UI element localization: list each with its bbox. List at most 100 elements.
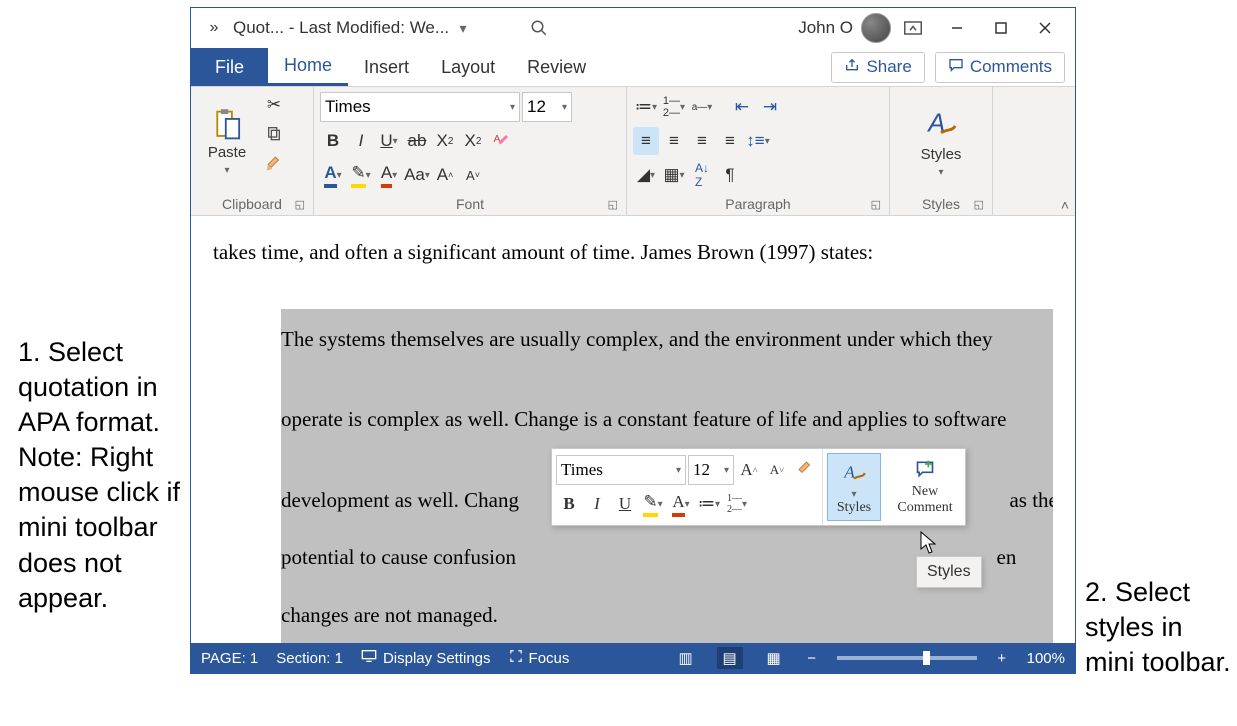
document-area[interactable]: takes time, and often a significant amou…: [191, 216, 1075, 643]
mini-shrink-font-button[interactable]: A˅: [764, 455, 790, 485]
search-icon[interactable]: [521, 10, 557, 46]
zoom-out-button[interactable]: −: [805, 650, 819, 667]
superscript-button[interactable]: X2: [460, 127, 486, 155]
paragraph-group-label: Paragraph: [725, 196, 790, 212]
styles-launcher-icon[interactable]: ◱: [974, 198, 984, 211]
mini-italic-button[interactable]: I: [584, 489, 610, 519]
font-size-value: 12: [527, 97, 546, 117]
mini-font-name-value: Times: [561, 460, 603, 480]
minimize-button[interactable]: [935, 10, 979, 46]
mini-underline-button[interactable]: U: [612, 489, 638, 519]
zoom-slider[interactable]: [837, 656, 977, 660]
status-section[interactable]: Section: 1: [276, 650, 343, 667]
align-center-button[interactable]: ≡: [661, 127, 687, 155]
underline-button[interactable]: U ▾: [376, 127, 402, 155]
highlight-button[interactable]: ✎ ▾: [348, 161, 374, 189]
font-launcher-icon[interactable]: ◱: [608, 198, 618, 211]
comments-label: Comments: [970, 57, 1052, 77]
avatar: [861, 13, 891, 43]
tab-insert[interactable]: Insert: [348, 48, 425, 86]
group-styles: A Styles ▾ Styles ◱: [890, 87, 993, 215]
sort-button[interactable]: A↓Z: [689, 161, 715, 189]
tab-layout[interactable]: Layout: [425, 48, 511, 86]
italic-button[interactable]: I: [348, 127, 374, 155]
line-spacing-button[interactable]: ↕≡▾: [745, 127, 771, 155]
bold-button[interactable]: B: [320, 127, 346, 155]
mini-font-size-selector[interactable]: 12▾: [688, 455, 734, 485]
font-color-button[interactable]: A ▾: [376, 161, 402, 189]
zoom-level[interactable]: 100%: [1027, 650, 1065, 667]
title-dropdown[interactable]: ▾: [453, 20, 473, 37]
clear-formatting-button[interactable]: A: [488, 127, 514, 155]
mini-styles-button[interactable]: A ▾ Styles: [827, 453, 881, 521]
paste-button[interactable]: Paste ▾: [197, 91, 257, 193]
paint-bucket-icon: ◢: [637, 165, 650, 185]
status-page[interactable]: PAGE: 1: [201, 650, 258, 667]
shrink-font-button[interactable]: A˅: [460, 161, 486, 189]
show-marks-button[interactable]: ¶: [717, 161, 743, 189]
mini-styles-label: Styles: [837, 500, 871, 516]
font-size-selector[interactable]: 12▾: [522, 92, 572, 122]
zoom-thumb[interactable]: [923, 651, 930, 665]
borders-button[interactable]: ▦▾: [661, 161, 687, 189]
text-effects-button[interactable]: A ▾: [320, 161, 346, 189]
mini-highlight-button[interactable]: ✎▾: [640, 489, 666, 519]
styles-gallery-button[interactable]: A Styles ▾: [911, 91, 971, 193]
format-painter-button[interactable]: [261, 151, 287, 179]
font-group-label: Font: [456, 196, 484, 212]
share-button[interactable]: Share: [831, 52, 924, 83]
decrease-indent-button[interactable]: ⇤: [729, 93, 755, 121]
indent-icon: ⇥: [763, 97, 777, 117]
cut-button[interactable]: ✂: [261, 91, 287, 119]
borders-icon: ▦: [663, 165, 679, 185]
mini-bullets-button[interactable]: ≔▾: [696, 489, 722, 519]
view-web-layout-button[interactable]: ▦: [761, 647, 787, 669]
multilevel-list-button[interactable]: a—▾: [689, 93, 715, 121]
justify-button[interactable]: ≡: [717, 127, 743, 155]
collapse-ribbon-button[interactable]: ˄: [1061, 197, 1069, 213]
mini-format-painter-button[interactable]: [792, 455, 818, 485]
comments-button[interactable]: Comments: [935, 52, 1065, 83]
status-display-settings[interactable]: Display Settings: [361, 649, 491, 667]
align-left-button[interactable]: ≡: [633, 127, 659, 155]
view-read-mode-button[interactable]: ▥: [673, 647, 699, 669]
comment-icon: [948, 57, 964, 78]
ribbon-display-options-icon[interactable]: [895, 10, 931, 46]
mini-toolbar: Times▾ 12▾ A˄ A˅ B I U ✎▾ A▾: [551, 448, 966, 526]
tab-review[interactable]: Review: [511, 48, 602, 86]
mini-new-comment-button[interactable]: New Comment: [885, 449, 965, 525]
close-button[interactable]: [1023, 10, 1067, 46]
mini-font-name-selector[interactable]: Times▾: [556, 455, 686, 485]
copy-button[interactable]: [261, 121, 287, 149]
styles-group-label: Styles: [922, 196, 960, 212]
change-case-button[interactable]: Aa▾: [404, 161, 430, 189]
bullets-button[interactable]: ≔▾: [633, 93, 659, 121]
group-clipboard: Paste ▾ ✂ Clipboard ◱: [191, 87, 314, 215]
mini-grow-font-button[interactable]: A˄: [736, 455, 762, 485]
increase-indent-button[interactable]: ⇥: [757, 93, 783, 121]
user-account[interactable]: John O: [798, 13, 891, 43]
strikethrough-button[interactable]: ab: [404, 127, 430, 155]
subscript-button[interactable]: X2: [432, 127, 458, 155]
clipboard-launcher-icon[interactable]: ◱: [295, 198, 305, 211]
font-name-selector[interactable]: Times▾: [320, 92, 520, 122]
group-paragraph: ≔▾ 1—2—▾ a—▾ ⇤ ⇥ ≡ ≡ ≡ ≡ ↕≡▾: [627, 87, 890, 215]
shading-button[interactable]: ◢▾: [633, 161, 659, 189]
align-right-button[interactable]: ≡: [689, 127, 715, 155]
mini-numbering-button[interactable]: 1—2—▾: [724, 489, 750, 519]
view-print-layout-button[interactable]: ▤: [717, 647, 743, 669]
display-settings-label: Display Settings: [383, 650, 491, 667]
grow-font-button[interactable]: A˄: [432, 161, 458, 189]
paragraph-launcher-icon[interactable]: ◱: [871, 198, 881, 211]
tab-home[interactable]: Home: [268, 48, 348, 86]
qat-overflow-button[interactable]: »: [199, 19, 229, 37]
maximize-button[interactable]: [979, 10, 1023, 46]
status-focus[interactable]: Focus: [509, 649, 570, 667]
mini-font-color-button[interactable]: A▾: [668, 489, 694, 519]
share-icon: [844, 57, 860, 78]
mini-bold-button[interactable]: B: [556, 489, 582, 519]
zoom-in-button[interactable]: +: [995, 650, 1009, 667]
pilcrow-icon: ¶: [725, 165, 734, 185]
numbering-button[interactable]: 1—2—▾: [661, 93, 687, 121]
tab-file[interactable]: File: [191, 48, 268, 86]
